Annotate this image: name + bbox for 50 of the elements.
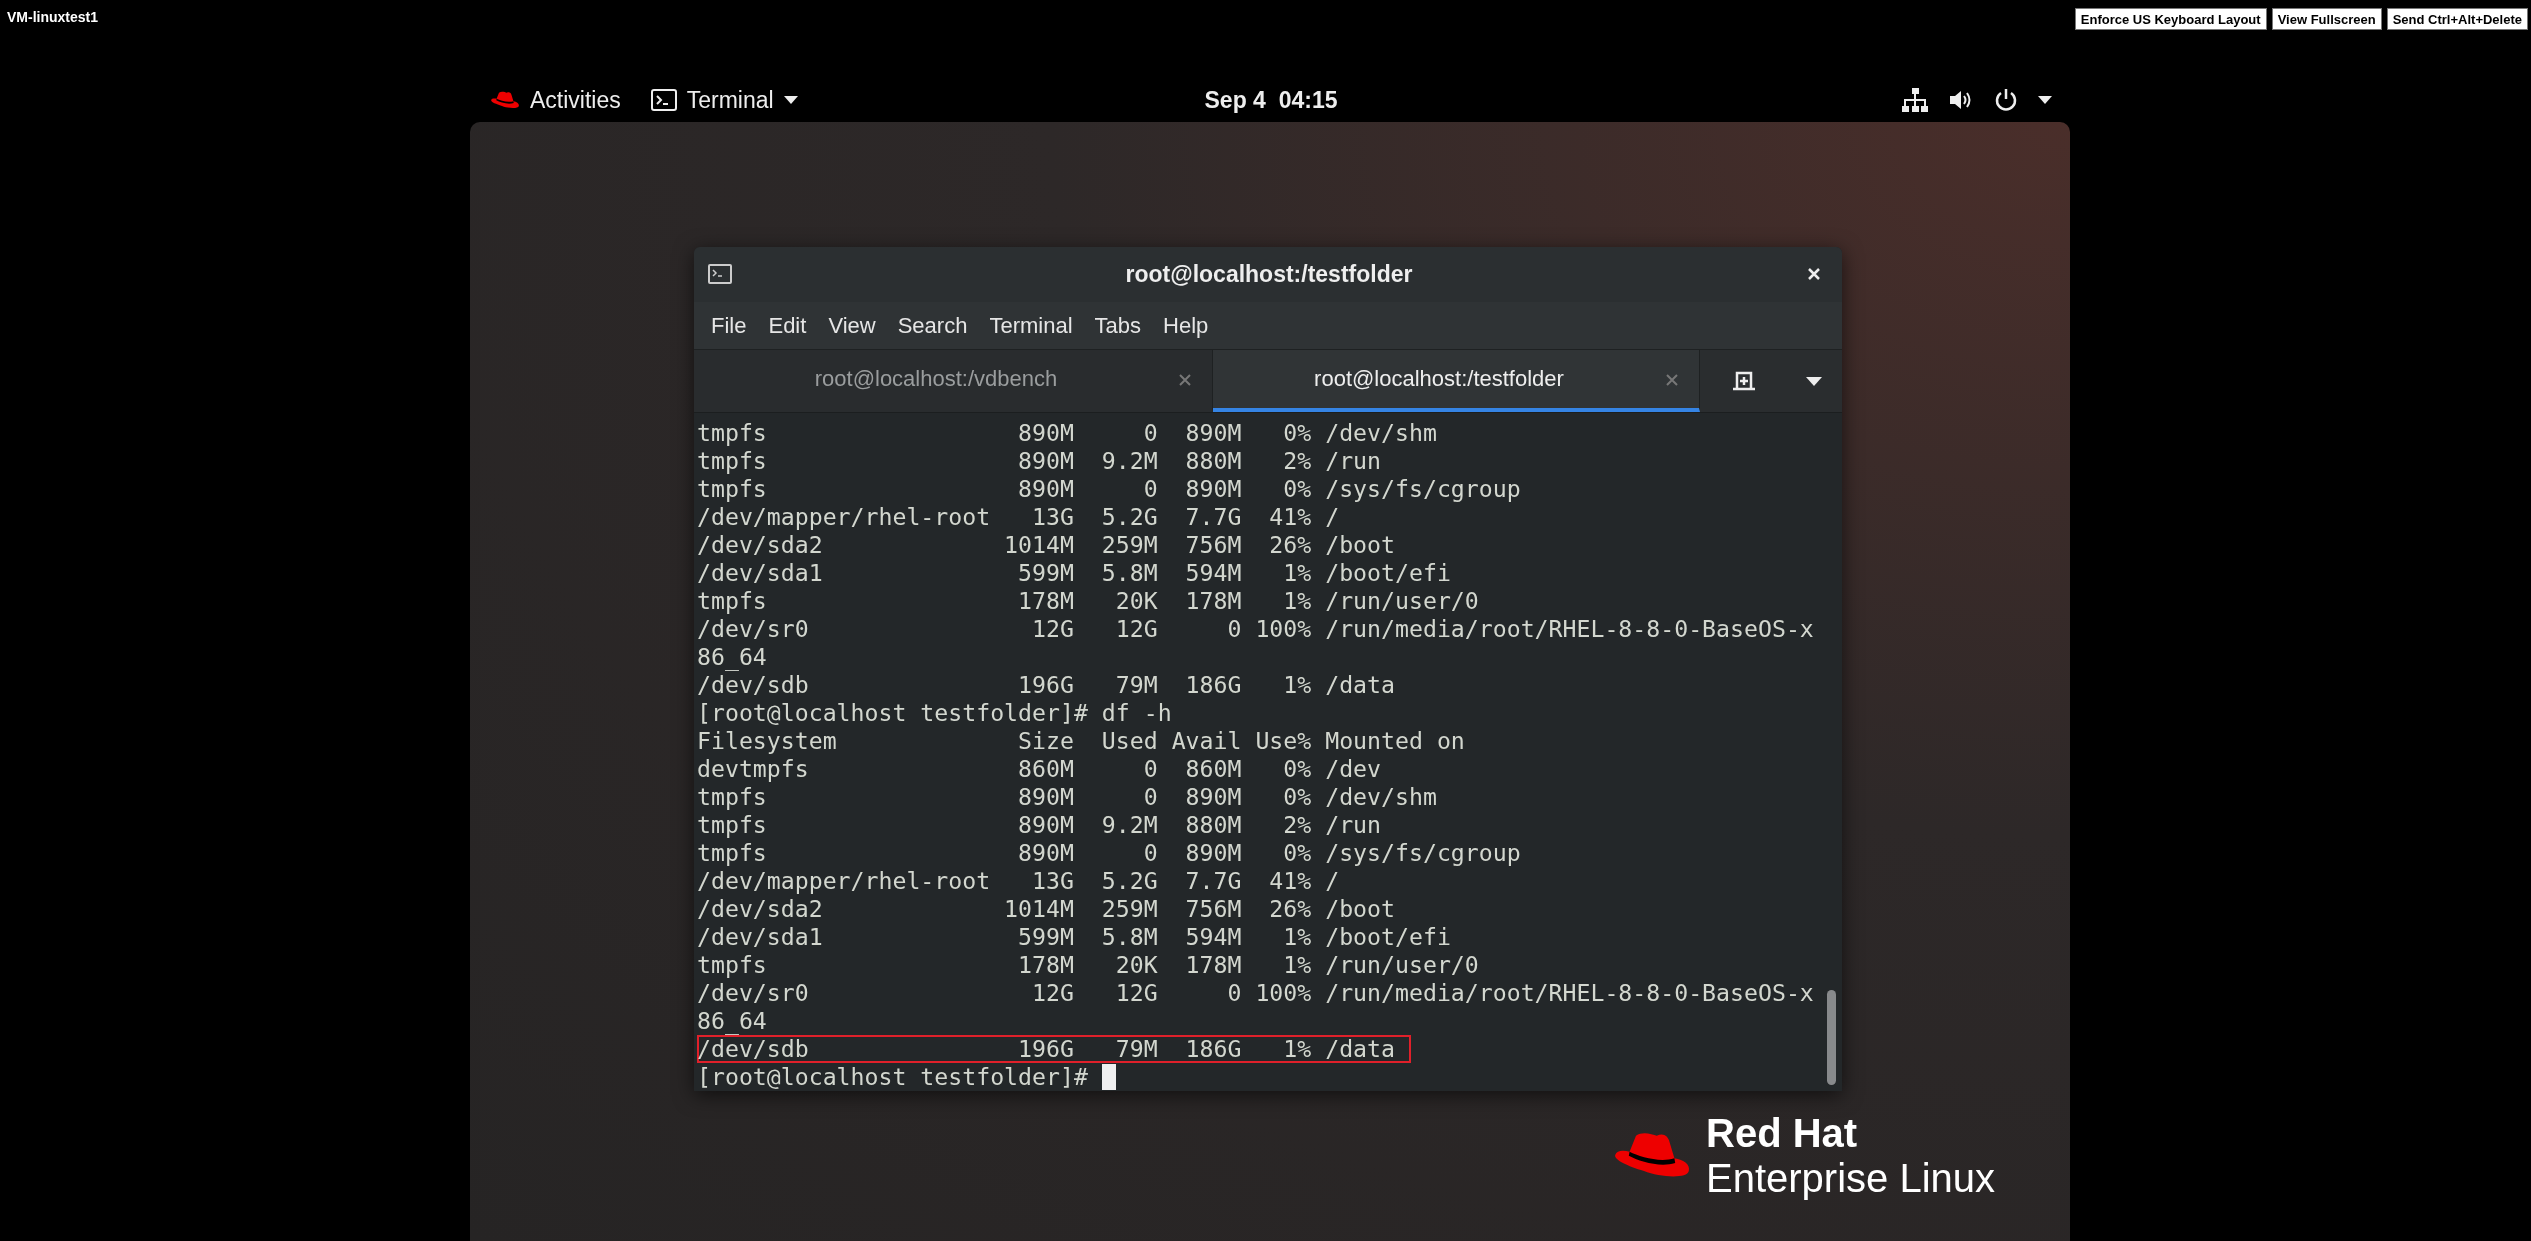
scrollbar-thumb[interactable]: [1827, 990, 1836, 1085]
menu-item[interactable]: Tabs: [1083, 312, 1152, 339]
menu-item[interactable]: Help: [1152, 312, 1220, 339]
terminal-line: 86_64: [697, 643, 767, 671]
terminal-line: tmpfs 178M 20K 178M 1% /run/user/0: [697, 587, 1479, 615]
terminal-line: /dev/sda1 599M 5.8M 594M 1% /boot/efi: [697, 559, 1451, 587]
network-icon[interactable]: [1902, 88, 1928, 112]
terminal-line: /dev/sda2 1014M 259M 756M 26% /boot: [697, 531, 1395, 559]
power-icon[interactable]: [1994, 88, 2018, 112]
terminal-line: /dev/sda1 599M 5.8M 594M 1% /boot/efi: [697, 923, 1451, 951]
logo-product: Enterprise Linux: [1706, 1155, 1996, 1201]
caret-icon[interactable]: [2038, 96, 2052, 104]
app-menu[interactable]: Terminal: [650, 86, 798, 114]
clock[interactable]: Sep 4 04:15: [1204, 86, 1338, 114]
terminal-line: tmpfs 890M 0 890M 0% /sys/fs/cgroup: [697, 839, 1521, 867]
tab[interactable]: root@localhost:/testfolder: [1213, 350, 1700, 412]
caret-icon[interactable]: [1806, 376, 1822, 386]
terminal-line: /dev/sr0 12G 12G 0 100% /run/media/root/RHEL-8-8-0-BaseOS-x: [697, 615, 1814, 643]
menu-item[interactable]: File: [700, 312, 758, 339]
terminal-line: /dev/mapper/rhel-root 13G 5.2G 7.7G 41% /: [697, 503, 1340, 531]
menu-item[interactable]: Edit: [757, 312, 818, 339]
vm-title: VM-linuxtest1: [7, 9, 98, 25]
terminal-line: /dev/sda2 1014M 259M 756M 26% /boot: [697, 895, 1395, 923]
terminal-line: tmpfs 890M 0 890M 0% /dev/shm: [697, 419, 1437, 447]
terminal-line: [root@localhost testfolder]# df -h: [697, 699, 1172, 727]
terminal-icon: [708, 264, 732, 285]
terminal-line: /dev/sdb 196G 79M 186G 1% /data: [697, 671, 1395, 699]
terminal-icon: [650, 89, 677, 111]
window-title: root@localhost:/testfolder: [1124, 260, 1414, 288]
menu-item[interactable]: Terminal: [978, 312, 1084, 339]
terminal-prompt: [root@localhost testfolder]#: [697, 1063, 1088, 1091]
terminal-line: /dev/sr0 12G 12G 0 100% /run/media/root/RHEL-8-8-0-BaseOS-x: [697, 979, 1814, 1007]
terminal-line: Filesystem Size Used Avail Use% Mounted on: [697, 727, 1465, 755]
terminal-line: tmpfs 890M 9.2M 880M 2% /run: [697, 811, 1382, 839]
terminal-line: /dev/mapper/rhel-root 13G 5.2G 7.7G 41% /: [697, 867, 1340, 895]
toolbar-button[interactable]: Enforce US Keyboard Layout: [2074, 8, 2267, 30]
hat-icon: [490, 90, 520, 110]
terminal-line: tmpfs 890M 9.2M 880M 2% /run: [697, 447, 1382, 475]
menu-item[interactable]: Search: [886, 312, 979, 339]
menu-item[interactable]: View: [817, 312, 887, 339]
logo-brand: Red Hat: [1706, 1111, 1859, 1155]
terminal-line: tmpfs 178M 20K 178M 1% /run/user/0: [697, 951, 1479, 979]
terminal-line: tmpfs 890M 0 890M 0% /sys/fs/cgroup: [697, 475, 1521, 503]
terminal-line: devtmpfs 860M 0 860M 0% /dev: [697, 755, 1382, 783]
terminal-line: 86_64: [697, 1007, 767, 1035]
toolbar-button[interactable]: Send Ctrl+Alt+Delete: [2386, 8, 2528, 30]
caret-icon: [783, 96, 798, 104]
toolbar-button[interactable]: View Fullscreen: [2271, 8, 2382, 30]
activities-button[interactable]: Activities: [490, 86, 621, 114]
terminal-line: tmpfs 890M 0 890M 0% /dev/shm: [697, 783, 1437, 811]
